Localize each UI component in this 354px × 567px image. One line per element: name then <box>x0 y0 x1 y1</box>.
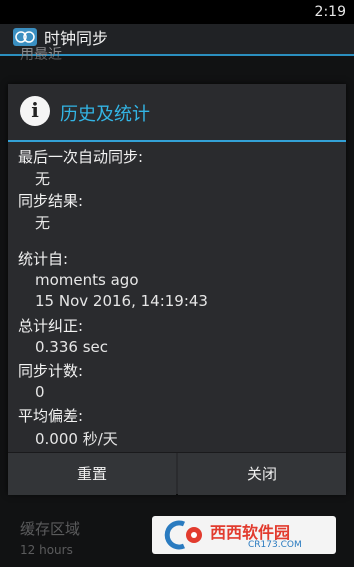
reset-button[interactable]: 重置 <box>8 453 176 495</box>
watermark: 西西软件园 CR173.COM <box>152 516 336 554</box>
sync-result-value: 无 <box>35 214 51 232</box>
dialog-title: 历史及统计 <box>60 104 150 125</box>
sync-count-label: 同步计数: <box>18 362 84 380</box>
total-correction-value: 0.336 sec <box>35 338 109 356</box>
stats-since-date: 15 Nov 2016, 14:19:43 <box>35 292 208 310</box>
average-drift-value: 0.000 秒/天 <box>35 430 118 448</box>
sync-result-label: 同步结果: <box>18 192 84 210</box>
status-bar: 2:19 <box>0 0 354 24</box>
total-correction-label: 总计纠正: <box>18 317 84 335</box>
watermark-logo-icon <box>164 520 202 550</box>
info-icon: i <box>20 96 50 126</box>
close-button[interactable]: 关闭 <box>178 453 346 495</box>
status-time: 2:19 <box>314 4 346 20</box>
dialog-button-row: 重置 关闭 <box>8 452 346 495</box>
history-stats-dialog: i 历史及统计 最后一次自动同步: 无 同步结果: 无 统计自: moments… <box>8 84 346 495</box>
stats-since-value: moments ago <box>35 271 139 289</box>
average-drift-label: 平均偏差: <box>18 407 84 425</box>
sync-count-value: 0 <box>35 383 45 401</box>
watermark-url: CR173.COM <box>248 540 302 550</box>
stats-since-label: 统计自: <box>18 250 69 268</box>
dialog-header: i 历史及统计 <box>8 84 346 142</box>
last-auto-sync-label: 最后一次自动同步: <box>18 148 144 166</box>
last-auto-sync-value: 无 <box>35 170 51 188</box>
